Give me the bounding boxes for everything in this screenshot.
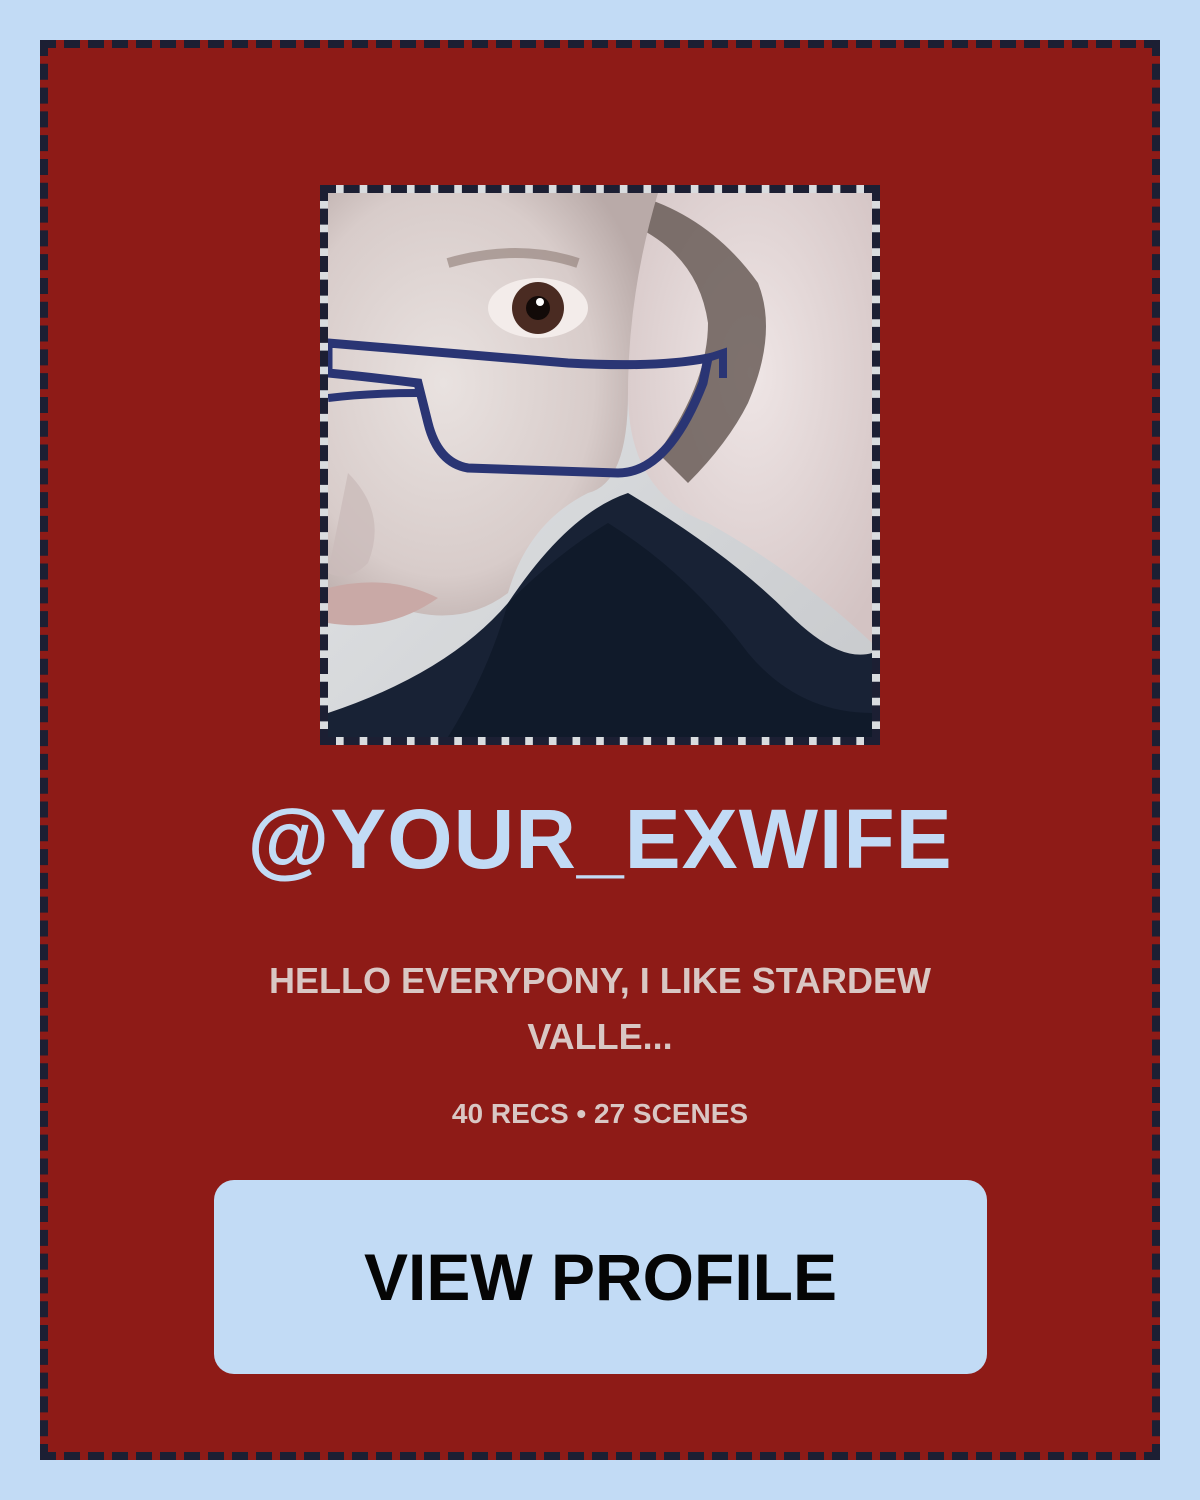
username: @YOUR_EXWIFE [247, 792, 953, 886]
view-profile-button[interactable]: VIEW PROFILE [214, 1180, 987, 1374]
bio-text: HELLO EVERYPONY, I LIKE STARDEW VALLE... [268, 960, 932, 1057]
profile-photo [328, 193, 872, 737]
profile-stats: 40 RECS • 27 SCENES [451, 1098, 749, 1129]
profile-card: @YOUR_EXWIFE HELLO EVERYPONY, I LIKE STA… [40, 40, 1160, 1460]
avatar [320, 185, 880, 745]
